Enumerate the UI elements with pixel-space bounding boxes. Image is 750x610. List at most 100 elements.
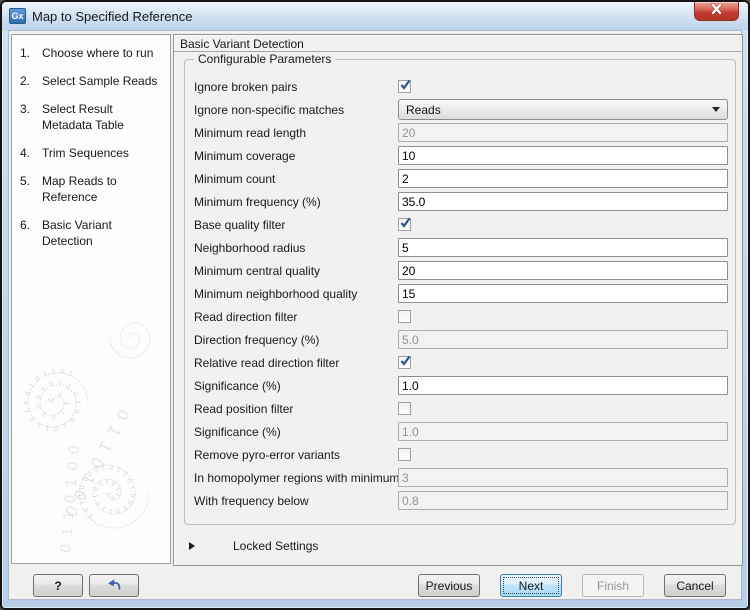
param-row-minimum-frequency: Minimum frequency (%) (185, 190, 735, 213)
triangle-right-icon (189, 542, 195, 550)
param-label: Minimum central quality (194, 264, 398, 278)
param-row-read-direction-filter: Read direction filter (185, 305, 735, 328)
param-label: Significance (%) (194, 379, 398, 393)
wizard-step-choose-where-to-run: 1.Choose where to run (20, 45, 164, 61)
input-significance (398, 422, 728, 441)
reset-button[interactable] (89, 574, 139, 597)
input-minimum-read-length (398, 123, 728, 142)
param-label: With frequency below (194, 494, 398, 508)
param-label: Direction frequency (%) (194, 333, 398, 347)
dropdown-value: Reads (406, 103, 441, 117)
configurable-parameters-group: Configurable Parameters Ignore broken pa… (184, 59, 736, 525)
step-number: 1. (20, 45, 42, 61)
svg-text:1 0 1 1 0 1 0 0 1 0 1 1 0 1 0: 1 0 1 1 0 1 0 0 1 0 1 1 0 1 0 0 1 0 1 1 … (23, 368, 81, 432)
undo-arrow-icon (105, 576, 123, 595)
wizard-sidebar: 1.Choose where to run 2.Select Sample Rea… (11, 34, 171, 564)
param-row-base-quality-filter: Base quality filter (185, 213, 735, 236)
param-label: Base quality filter (194, 218, 398, 232)
checkbox-ignore-broken-pairs[interactable] (398, 80, 411, 93)
title-bar: Gx Map to Specified Reference (2, 2, 748, 30)
param-row-neighborhood-radius: Neighborhood radius (185, 236, 735, 259)
close-icon (709, 2, 724, 20)
param-label: Neighborhood radius (194, 241, 398, 255)
wizard-step-basic-variant-detection: 6.Basic Variant Detection (20, 217, 164, 249)
locked-settings-label: Locked Settings (233, 539, 318, 553)
finish-button: Finish (582, 574, 644, 597)
param-label: Read position filter (194, 402, 398, 416)
wizard-step-map-reads-to-reference: 5.Map Reads to Reference (20, 173, 164, 205)
input-minimum-count[interactable] (398, 169, 728, 188)
footer-left-buttons: ? (33, 574, 139, 597)
param-row-remove-pyro-error-variants: Remove pyro-error variants (185, 443, 735, 466)
help-button[interactable]: ? (33, 574, 83, 597)
checkbox-relative-read-direction-filter[interactable] (398, 356, 411, 369)
param-row-relative-read-direction-filter: Relative read direction filter (185, 351, 735, 374)
dialog-body: 1.Choose where to run 2.Select Sample Rea… (8, 30, 742, 600)
param-label: Minimum coverage (194, 149, 398, 163)
param-label: Minimum count (194, 172, 398, 186)
input-in-homopolymer-regions-with-minimum-length (398, 468, 728, 487)
nav-buttons: Previous Next Finish Cancel (418, 574, 726, 597)
locked-settings-toggle[interactable]: Locked Settings (189, 539, 318, 553)
param-label: Relative read direction filter (194, 356, 398, 370)
svg-text:0 1 1 0 1 0 0: 0 1 1 0 1 0 0 (57, 443, 83, 553)
param-row-minimum-read-length: Minimum read length (185, 121, 735, 144)
input-with-frequency-below (398, 491, 728, 510)
param-label: In homopolymer regions with minimum leng… (194, 471, 398, 485)
param-row-with-frequency-below: With frequency below (185, 489, 735, 512)
param-row-significance: Significance (%) (185, 374, 735, 397)
wizard-step-select-sample-reads: 2.Select Sample Reads (20, 73, 164, 89)
input-minimum-central-quality[interactable] (398, 261, 728, 280)
step-label: Trim Sequences (42, 145, 164, 161)
input-minimum-coverage[interactable] (398, 146, 728, 165)
param-label: Read direction filter (194, 310, 398, 324)
param-row-ignore-broken-pairs: Ignore broken pairs (185, 75, 735, 98)
checkbox-base-quality-filter[interactable] (398, 218, 411, 231)
param-label: Remove pyro-error variants (194, 448, 398, 462)
step-label: Select Sample Reads (42, 73, 164, 89)
checkbox-remove-pyro-error-variants[interactable] (398, 448, 411, 461)
input-direction-frequency (398, 330, 728, 349)
param-label: Minimum frequency (%) (194, 195, 398, 209)
next-button[interactable]: Next (500, 574, 562, 597)
input-significance[interactable] (398, 376, 728, 395)
param-label: Significance (%) (194, 425, 398, 439)
param-row-minimum-count: Minimum count (185, 167, 735, 190)
close-button[interactable] (694, 2, 739, 21)
param-row-direction-frequency: Direction frequency (%) (185, 328, 735, 351)
step-number: 5. (20, 173, 42, 205)
wizard-dialog: Gx Map to Specified Reference 1.Choose w… (0, 0, 750, 610)
step-number: 4. (20, 145, 42, 161)
input-minimum-neighborhood-quality[interactable] (398, 284, 728, 303)
step-panel-title: Basic Variant Detection (174, 35, 742, 52)
wizard-step-select-result-metadata-table: 3.Select Result Metadata Table (20, 101, 164, 133)
previous-button[interactable]: Previous (418, 574, 480, 597)
step-label: Select Result Metadata Table (42, 101, 164, 133)
param-row-minimum-coverage: Minimum coverage (185, 144, 735, 167)
param-label: Minimum neighborhood quality (194, 287, 398, 301)
step-number: 3. (20, 101, 42, 133)
dropdown-ignore-non-specific-matches[interactable]: Reads (398, 99, 728, 120)
window-title: Map to Specified Reference (32, 9, 192, 24)
step-label: Map Reads to Reference (42, 173, 164, 205)
checkbox-read-position-filter[interactable] (398, 402, 411, 415)
step-label: Basic Variant Detection (42, 217, 164, 249)
param-row-significance: Significance (%) (185, 420, 735, 443)
param-row-ignore-non-specific-matches: Ignore non-specific matches Reads (185, 98, 735, 121)
param-label: Ignore non-specific matches (194, 103, 398, 117)
param-label: Ignore broken pairs (194, 80, 398, 94)
input-neighborhood-radius[interactable] (398, 238, 728, 257)
group-title: Configurable Parameters (194, 52, 335, 66)
input-minimum-frequency[interactable] (398, 192, 728, 211)
param-row-minimum-central-quality: Minimum central quality (185, 259, 735, 282)
cancel-button[interactable]: Cancel (664, 574, 726, 597)
checkbox-read-direction-filter[interactable] (398, 310, 411, 323)
wizard-step-trim-sequences: 4.Trim Sequences (20, 145, 164, 161)
param-row-minimum-neighborhood-quality: Minimum neighborhood quality (185, 282, 735, 305)
svg-text:0 1 1 0 1 0 0: 0 1 1 0 1 0 0 (60, 406, 133, 521)
param-row-read-position-filter: Read position filter (185, 397, 735, 420)
binary-watermark: 1 0 1 1 0 1 0 0 1 0 1 1 0 1 0 0 1 0 1 1 … (12, 283, 170, 563)
chevron-down-icon (712, 107, 720, 112)
parameter-rows: Ignore broken pairs Ignore non-specific m… (185, 60, 735, 512)
param-row-in-homopolymer-regions-with-minimum-length: In homopolymer regions with minimum leng… (185, 466, 735, 489)
